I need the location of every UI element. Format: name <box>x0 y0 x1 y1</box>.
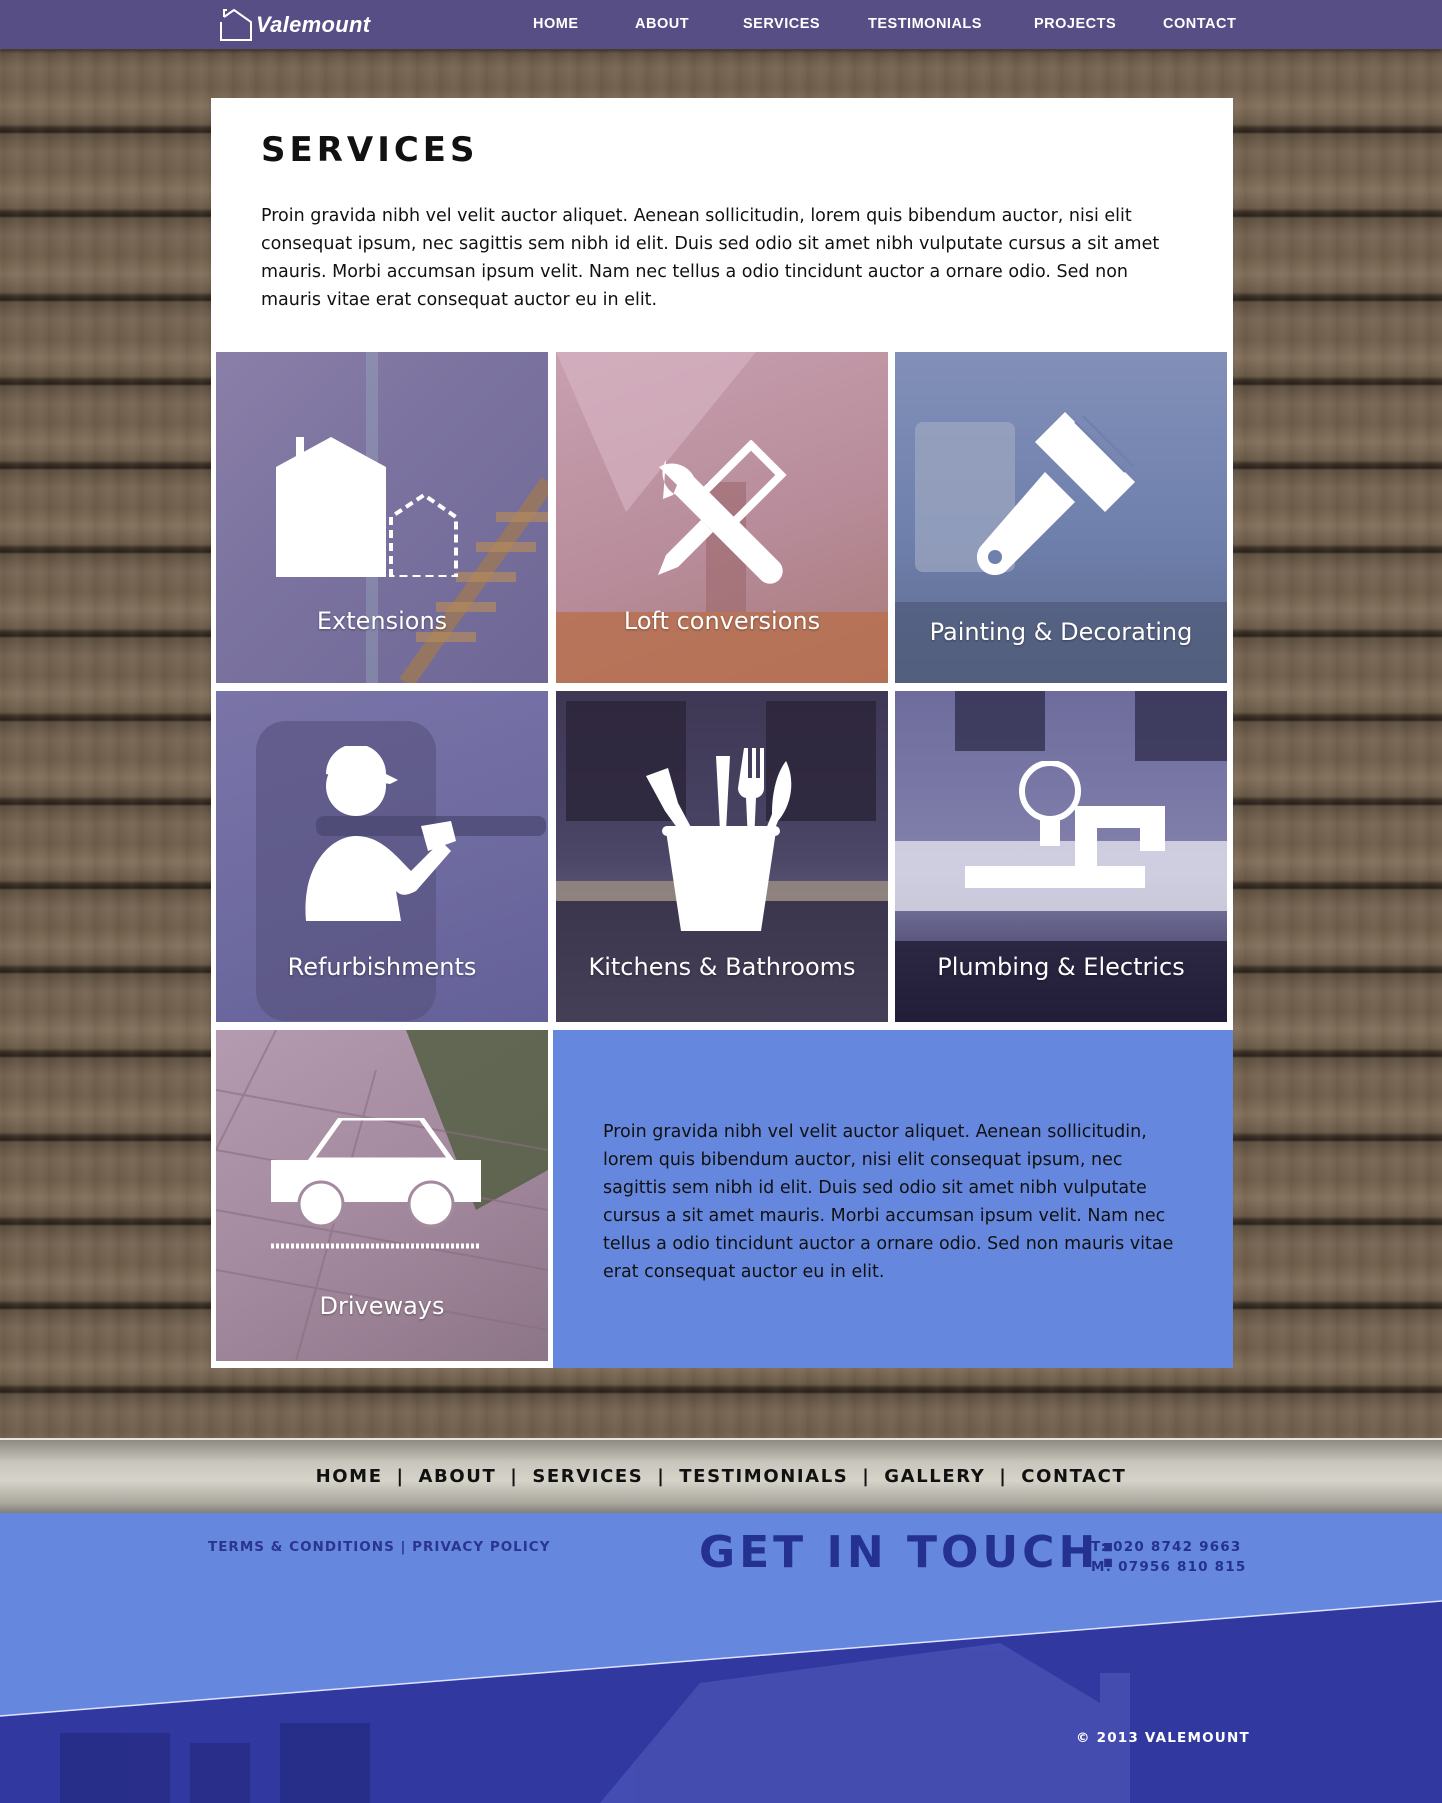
get-in-touch-heading: GET IN TOUCH: <box>699 1527 1121 1578</box>
footer-nav-home[interactable]: HOME <box>316 1466 383 1487</box>
nav-projects[interactable]: PROJECTS <box>1034 16 1116 32</box>
contact-footer: TERMS & CONDITIONS | PRIVACY POLICY GET … <box>0 1513 1442 1803</box>
terms-link[interactable]: TERMS & CONDITIONS <box>208 1539 395 1555</box>
services-intro: Proin gravida nibh vel velit auctor aliq… <box>261 206 1160 310</box>
phone-mobile[interactable]: M: 07956 810 815 <box>1091 1557 1246 1577</box>
tile-label: Loft conversions <box>623 607 821 635</box>
copyright: © 2013 VALEMOUNT <box>1076 1730 1250 1746</box>
utensils-cup-icon <box>646 748 792 931</box>
service-tile-kitchens-bathrooms[interactable]: Kitchens & Bathrooms <box>556 691 888 1022</box>
nav-testimonials[interactable]: TESTIMONIALS <box>868 16 982 32</box>
bulb-pipe-icon <box>965 761 1165 888</box>
page-title: SERVICES <box>261 130 479 170</box>
tile-label: Kitchens & Bathrooms <box>588 953 856 981</box>
service-tile-refurbishments[interactable]: Refurbishments <box>216 691 548 1022</box>
nav-home[interactable]: HOME <box>533 16 579 32</box>
tile-label: Driveways <box>319 1292 445 1320</box>
footer-nav-strip: HOME | ABOUT | SERVICES | TESTIMONIALS |… <box>0 1438 1442 1514</box>
footer-nav-services[interactable]: SERVICES <box>532 1466 643 1487</box>
separator: | <box>657 1466 666 1487</box>
tile-label: Plumbing & Electrics <box>937 953 1185 981</box>
services-info-block: Proin gravida nibh vel velit auctor aliq… <box>553 1030 1233 1368</box>
service-tile-loft-conversions[interactable]: Loft conversions <box>556 352 888 683</box>
service-tile-driveways[interactable]: Driveways <box>216 1030 548 1361</box>
separator: | <box>862 1466 871 1487</box>
house-logo-icon <box>220 8 252 41</box>
tile-label: Refurbishments <box>287 953 477 981</box>
separator: | <box>510 1466 519 1487</box>
info-text: Proin gravida nibh vel velit auctor aliq… <box>603 1122 1174 1282</box>
paintbrush-icon <box>976 412 1135 576</box>
nav-contact[interactable]: CONTACT <box>1163 16 1236 32</box>
footer-nav-contact[interactable]: CONTACT <box>1021 1466 1126 1487</box>
nav-services[interactable]: SERVICES <box>743 16 820 32</box>
tile-label: Painting & Decorating <box>929 618 1193 646</box>
house-extension-icon <box>276 437 458 577</box>
top-navigation-bar: Valemount HOME ABOUT SERVICES TESTIMONIA… <box>0 0 1442 49</box>
footer-nav-gallery[interactable]: GALLERY <box>884 1466 985 1487</box>
nav-about[interactable]: ABOUT <box>635 16 689 32</box>
footer-nav-testimonials[interactable]: TESTIMONIALS <box>679 1466 848 1487</box>
legal-links: TERMS & CONDITIONS | PRIVACY POLICY <box>208 1539 551 1555</box>
tile-label: Extensions <box>316 607 448 635</box>
phone-numbers: T: 020 8742 9663 M: 07956 810 815 <box>1091 1537 1246 1577</box>
service-tile-extensions[interactable]: Extensions <box>216 352 548 683</box>
privacy-link[interactable]: PRIVACY POLICY <box>412 1539 550 1555</box>
service-tile-plumbing-electrics[interactable]: Plumbing & Electrics <box>895 691 1227 1022</box>
separator: | <box>999 1466 1008 1487</box>
car-driveway-icon <box>271 1118 481 1249</box>
builder-icon <box>305 746 456 921</box>
footer-nav: HOME | ABOUT | SERVICES | TESTIMONIALS |… <box>0 1466 1442 1487</box>
logo[interactable]: Valemount <box>218 8 370 42</box>
footer-nav-about[interactable]: ABOUT <box>419 1466 497 1487</box>
brand-name: Valemount <box>256 12 371 37</box>
service-tile-painting-decorating[interactable]: Painting & Decorating <box>895 352 1227 683</box>
phone-telephone[interactable]: T: 020 8742 9663 <box>1091 1537 1246 1557</box>
tools-icon <box>658 440 787 584</box>
separator: | <box>396 1466 405 1487</box>
separator: | <box>400 1539 407 1555</box>
